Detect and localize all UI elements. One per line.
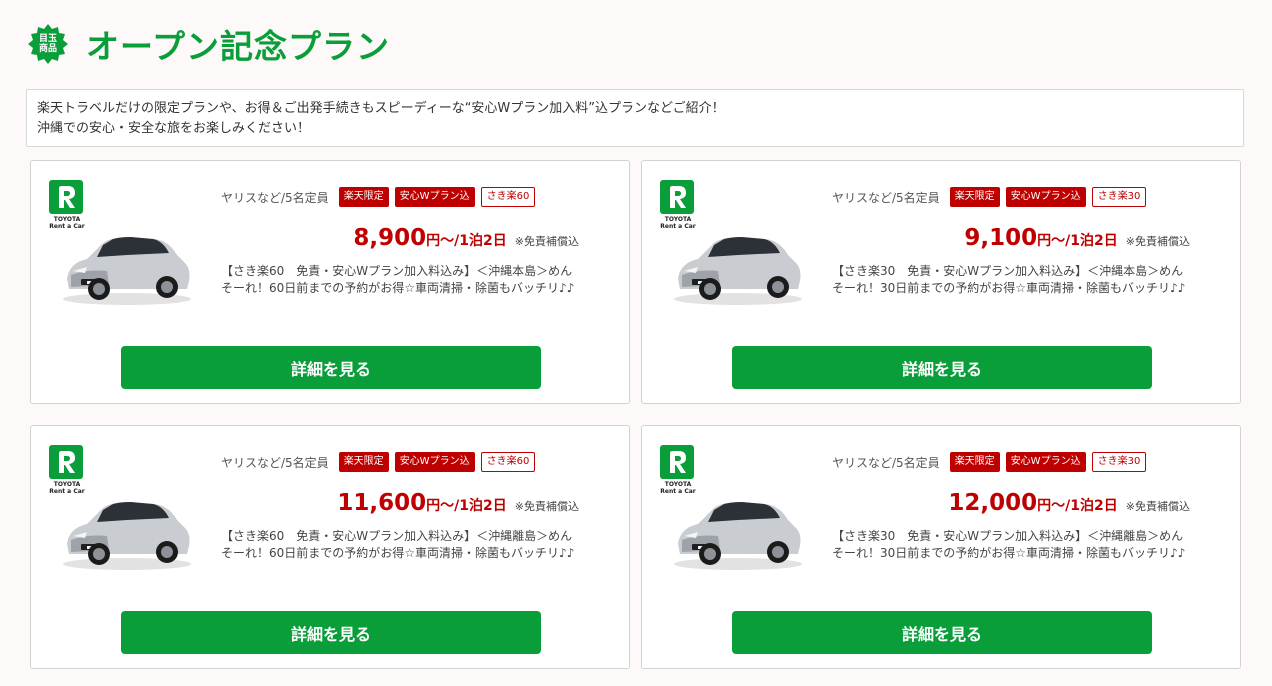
badge-line-1: 目玉: [38, 34, 57, 44]
featured-badge-icon: 目玉 商品: [28, 24, 68, 64]
vehicle-capacity: ヤリスなど/5名定員: [832, 190, 940, 205]
view-details-button[interactable]: 詳細を見る: [121, 346, 541, 389]
plan-description: 【さき楽30 免責・安心Wプラン加入料込み】＜沖縄本島＞めんそーれ！30日前まで…: [832, 264, 1186, 295]
tag-sakiraku: さき楽30: [1091, 452, 1147, 472]
price-note: ※免責補償込: [1125, 235, 1190, 248]
plan-meta: ヤリスなど/5名定員 楽天限定 安心Wプラン込 さき楽30: [832, 187, 1152, 207]
badge-line-2: 商品: [38, 44, 57, 54]
logo-line-1: TOYOTA: [53, 481, 81, 488]
tag-rakuten-limited: 楽天限定: [338, 187, 389, 207]
plan-meta: ヤリスなど/5名定員 楽天限定 安心Wプラン込 さき楽30: [832, 452, 1152, 472]
logo-line-1: TOYOTA: [664, 216, 692, 223]
car-image: [668, 492, 808, 572]
price-unit: 円〜/1泊2日: [1037, 498, 1118, 514]
plan-card: TOYOTA Rent a Car ヤリスなど/5名定員 楽天限定 安心Wプラン…: [641, 425, 1241, 669]
price-unit: 円〜/1泊2日: [426, 498, 507, 514]
price-value: 8,900: [353, 225, 427, 251]
plan-card: TOYOTA Rent a Car ヤリスなど/5名定員 楽天限定 安心Wプラン…: [30, 160, 630, 404]
toyota-rent-a-car-logo: TOYOTA Rent a Car: [660, 445, 696, 495]
tag-anshin-w-plan: 安心Wプラン込: [1005, 187, 1086, 207]
car-image: [57, 492, 197, 572]
car-image: [668, 227, 808, 307]
plan-description: 【さき楽30 免責・安心Wプラン加入料込み】＜沖縄離島＞めんそーれ！30日前まで…: [832, 529, 1186, 560]
toyota-rent-a-car-logo: TOYOTA Rent a Car: [49, 445, 85, 495]
price-row: 11,600 円〜/1泊2日 ※免責補償込: [337, 490, 579, 516]
price-value: 11,600: [337, 490, 427, 516]
price-row: 12,000 円〜/1泊2日 ※免責補償込: [948, 490, 1190, 516]
plan-card: TOYOTA Rent a Car ヤリスなど/5名定員 楽天限定 安心Wプラン…: [30, 425, 630, 669]
intro-box: 楽天トラベルだけの限定プランや、お得＆ご出発手続きもスピーディーな“安心Wプラン…: [26, 89, 1244, 147]
price-value: 9,100: [964, 225, 1038, 251]
price-row: 8,900 円〜/1泊2日 ※免責補償込: [353, 225, 579, 251]
logo-line-1: TOYOTA: [664, 481, 692, 488]
tag-anshin-w-plan: 安心Wプラン込: [1005, 452, 1086, 472]
plan-card: TOYOTA Rent a Car ヤリスなど/5名定員 楽天限定 安心Wプラン…: [641, 160, 1241, 404]
tag-sakiraku: さき楽60: [480, 187, 536, 207]
price-note: ※免責補償込: [514, 235, 579, 248]
price-unit: 円〜/1泊2日: [426, 233, 507, 249]
plan-description: 【さき楽60 免責・安心Wプラン加入料込み】＜沖縄離島＞めんそーれ！60日前まで…: [221, 529, 575, 560]
toyota-logo-icon: [660, 180, 694, 214]
toyota-rent-a-car-logo: TOYOTA Rent a Car: [49, 180, 85, 230]
vehicle-capacity: ヤリスなど/5名定員: [832, 455, 940, 470]
page-title: オープン記念プラン: [86, 27, 391, 66]
view-details-button[interactable]: 詳細を見る: [732, 346, 1152, 389]
price-unit: 円〜/1泊2日: [1037, 233, 1118, 249]
tag-sakiraku: さき楽30: [1091, 187, 1147, 207]
plan-meta: ヤリスなど/5名定員 楽天限定 安心Wプラン込 さき楽60: [221, 187, 541, 207]
toyota-logo-icon: [660, 445, 694, 479]
vehicle-capacity: ヤリスなど/5名定員: [221, 190, 329, 205]
car-image: [57, 227, 197, 307]
toyota-rent-a-car-logo: TOYOTA Rent a Car: [660, 180, 696, 230]
tag-anshin-w-plan: 安心Wプラン込: [394, 452, 475, 472]
tag-anshin-w-plan: 安心Wプラン込: [394, 187, 475, 207]
section-header: 目玉 商品 オープン記念プラン: [28, 22, 390, 66]
toyota-logo-icon: [49, 180, 83, 214]
price-row: 9,100 円〜/1泊2日 ※免責補償込: [964, 225, 1190, 251]
view-details-button[interactable]: 詳細を見る: [121, 611, 541, 654]
vehicle-capacity: ヤリスなど/5名定員: [221, 455, 329, 470]
price-note: ※免責補償込: [1125, 500, 1190, 513]
tag-sakiraku: さき楽60: [480, 452, 536, 472]
tag-rakuten-limited: 楽天限定: [949, 452, 1000, 472]
logo-line-1: TOYOTA: [53, 216, 81, 223]
plan-meta: ヤリスなど/5名定員 楽天限定 安心Wプラン込 さき楽60: [221, 452, 541, 472]
price-value: 12,000: [948, 490, 1038, 516]
tag-rakuten-limited: 楽天限定: [338, 452, 389, 472]
view-details-button[interactable]: 詳細を見る: [732, 611, 1152, 654]
intro-line-1: 楽天トラベルだけの限定プランや、お得＆ご出発手続きもスピーディーな“安心Wプラン…: [37, 101, 725, 116]
toyota-logo-icon: [49, 445, 83, 479]
plan-description: 【さき楽60 免責・安心Wプラン加入料込み】＜沖縄本島＞めんそーれ！60日前まで…: [221, 264, 575, 295]
intro-line-2: 沖縄での安心・安全な旅をお楽しみください！: [37, 121, 311, 136]
tag-rakuten-limited: 楽天限定: [949, 187, 1000, 207]
price-note: ※免責補償込: [514, 500, 579, 513]
